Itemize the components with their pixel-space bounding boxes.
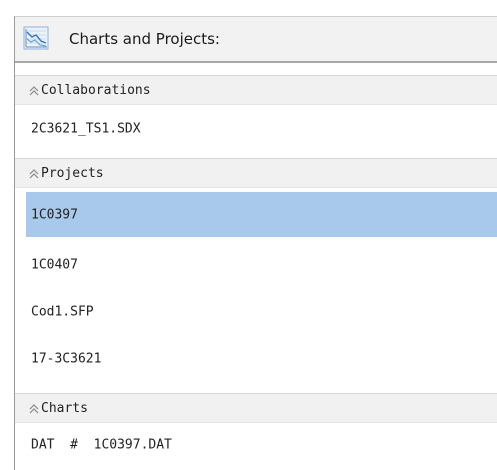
list-item-label: 2C3621_TS1.SDX bbox=[31, 121, 141, 137]
section-header-projects[interactable]: Projects bbox=[15, 158, 497, 188]
section-header-charts[interactable]: Charts bbox=[15, 393, 497, 423]
panel-title-bar: Charts and Projects: bbox=[15, 17, 497, 63]
charts-and-projects-panel: Charts and Projects: Collaborations 2C36… bbox=[14, 16, 497, 470]
double-chevron-up-icon[interactable] bbox=[28, 84, 40, 96]
section-label: Charts bbox=[41, 401, 88, 416]
list-item-label: 1C0407 bbox=[31, 257, 78, 272]
list-item-label: 17-3C3621 bbox=[31, 351, 102, 366]
list-item-label: 1C0397 bbox=[31, 207, 78, 222]
line-chart-icon bbox=[23, 26, 49, 50]
double-chevron-up-icon[interactable] bbox=[28, 402, 40, 414]
list-item-collaboration[interactable]: 2C3621_TS1.SDX bbox=[26, 112, 497, 146]
section-label: Projects bbox=[41, 166, 104, 181]
list-item-label: DAT # 1C0397.DAT bbox=[31, 437, 172, 453]
section-label: Collaborations bbox=[41, 83, 151, 98]
list-item-project-selected[interactable]: 1C0397 bbox=[26, 192, 497, 237]
panel-title: Charts and Projects: bbox=[69, 30, 220, 48]
section-header-collaborations[interactable]: Collaborations bbox=[15, 75, 497, 105]
list-item-project[interactable]: 17-3C3621 bbox=[26, 336, 497, 381]
list-item-label: Cod1.SFP bbox=[31, 304, 94, 319]
list-item-chart[interactable]: DAT # 1C0397.DAT bbox=[26, 428, 497, 462]
list-item-project[interactable]: Cod1.SFP bbox=[26, 289, 497, 334]
list-item-project[interactable]: 1C0407 bbox=[26, 242, 497, 287]
double-chevron-up-icon[interactable] bbox=[28, 167, 40, 179]
